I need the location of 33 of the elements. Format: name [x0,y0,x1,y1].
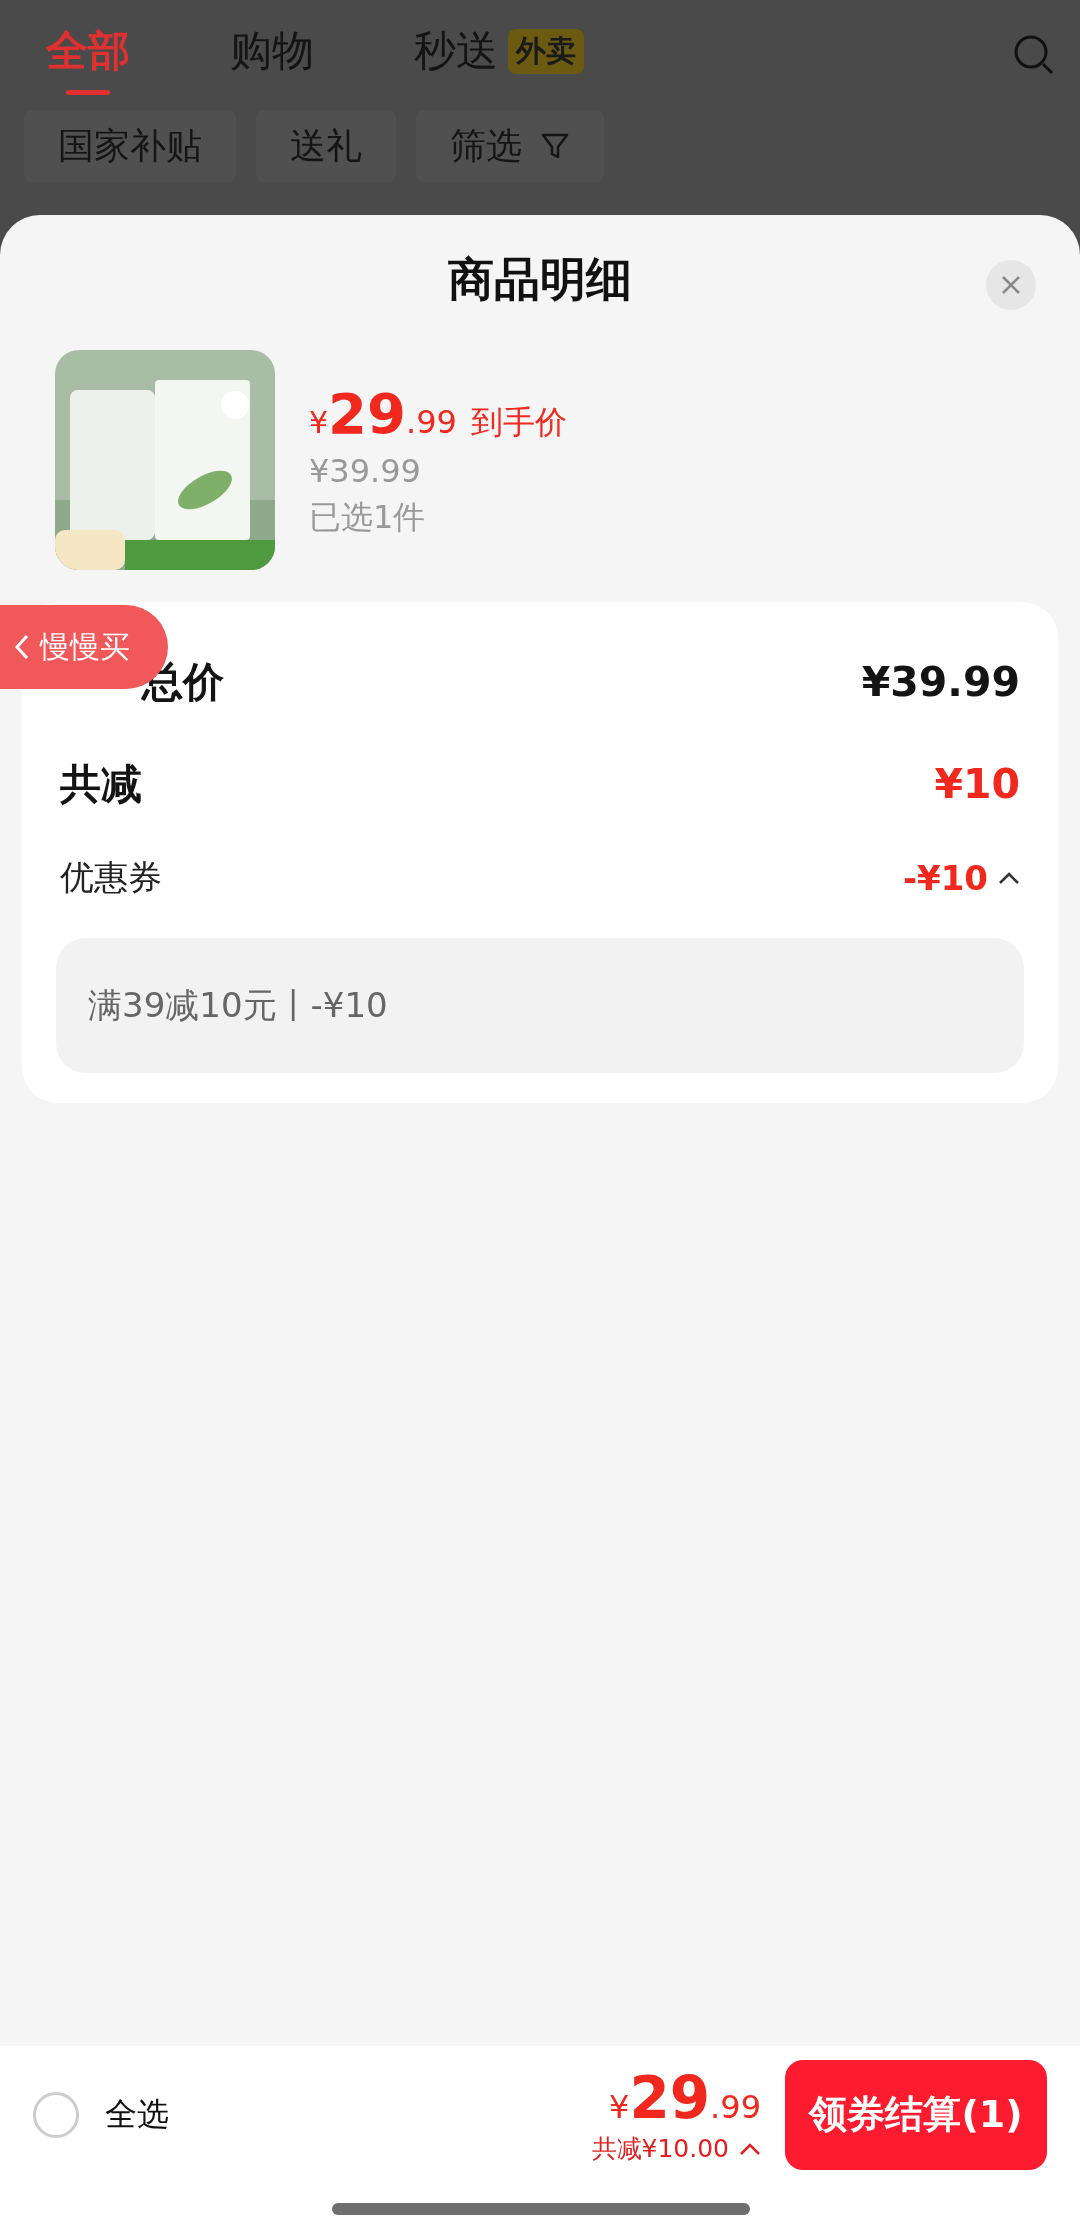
total-value: ¥39.99 [861,658,1020,706]
checkout-button[interactable]: 领券结算(1) [785,2059,1047,2170]
funnel-icon [540,131,570,161]
price-decimal: .99 [406,402,457,441]
sheet-title: 商品明细 [448,251,632,308]
coupon-detail: 满39减10元丨-¥10 [56,938,1024,1073]
search-icon[interactable] [1012,33,1056,77]
category-tab[interactable]: 全部 [46,13,130,97]
discount-value: ¥10 [934,760,1020,808]
close-button[interactable] [986,260,1036,310]
filter-chip[interactable]: 送礼 [256,110,396,182]
total-discount: 共减¥10.00 [591,2133,729,2165]
floating-button-label: 慢慢买 [40,627,130,666]
price-decimal: .99 [710,2088,761,2126]
chevron-left-icon [14,634,30,660]
discount-label: 共减 [60,758,142,810]
price-label: 到手价 [470,401,567,443]
price-integer: 29 [629,2064,711,2132]
select-all-label: 全选 [105,2093,169,2135]
select-all-radio[interactable] [33,2091,79,2138]
original-price: ¥39.99 [309,451,422,490]
tab-badge: 外卖 [508,28,584,74]
coupon-value: -¥10 [902,858,988,898]
filter-chip[interactable]: 国家补贴 [24,110,236,182]
filter-chip[interactable]: 筛选 [416,110,604,182]
caret-icon [998,871,1020,885]
coupon-label: 优惠券 [60,856,162,899]
selected-count: 已选1件 [309,496,427,538]
caret-icon [739,2141,761,2156]
currency-symbol: ¥ [609,2088,630,2126]
price-integer: 29 [328,380,407,446]
currency-symbol: ¥ [309,404,329,440]
close-icon [1000,274,1022,296]
